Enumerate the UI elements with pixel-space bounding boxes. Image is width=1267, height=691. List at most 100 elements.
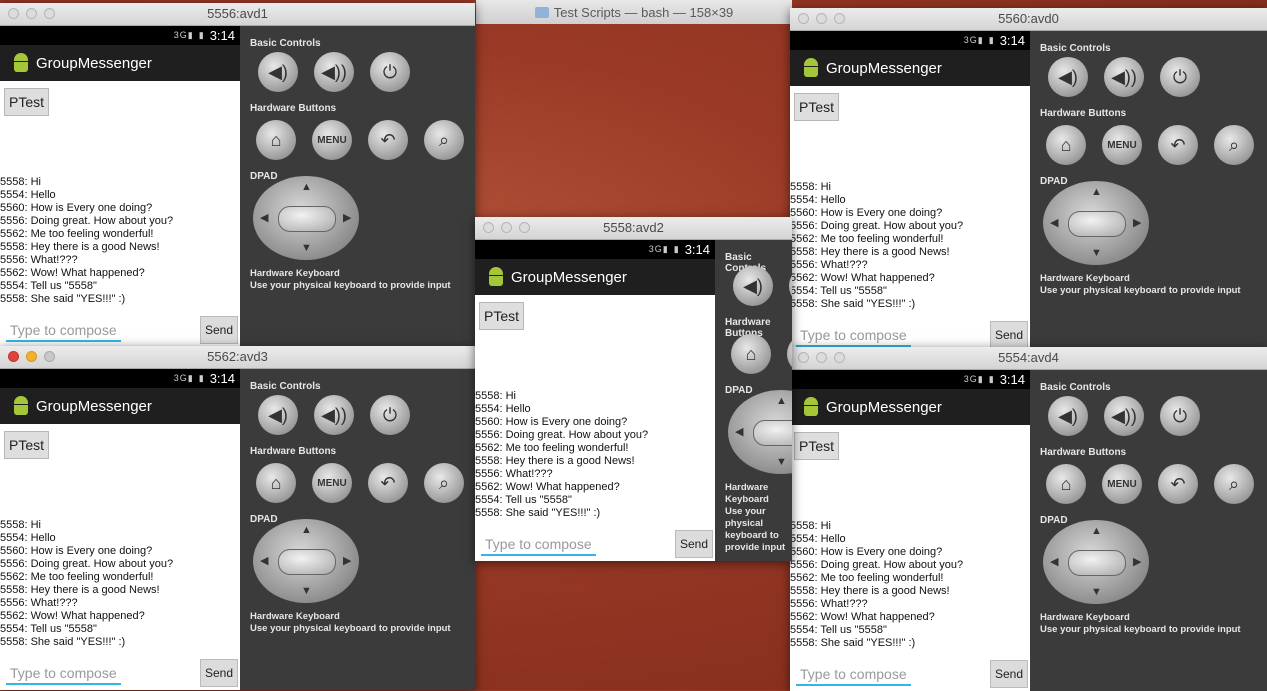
volume-up-button[interactable]: ◀))	[314, 395, 354, 435]
dpad-up-icon[interactable]: ▲	[1091, 186, 1102, 198]
menu-button[interactable]: MENU	[1102, 464, 1142, 504]
dpad[interactable]: ▲ ▼ ◀ ▶	[1043, 520, 1149, 604]
dpad-left-icon[interactable]: ◀	[1050, 555, 1058, 568]
zoom-window-button[interactable]	[519, 222, 530, 233]
search-button[interactable]: ⌕	[424, 120, 464, 160]
volume-up-button[interactable]: ◀))	[1104, 57, 1144, 97]
search-button[interactable]: ⌕	[1214, 464, 1254, 504]
terminal-titlebar[interactable]: Test Scripts — bash — 158×39	[476, 0, 792, 24]
compose-input[interactable]	[796, 664, 911, 686]
compose-input[interactable]	[481, 534, 596, 556]
menu-button[interactable]: MENU	[787, 334, 792, 374]
dpad-down-icon[interactable]: ▼	[1091, 247, 1102, 259]
dpad-left-icon[interactable]: ◀	[260, 211, 268, 224]
volume-up-button[interactable]: ◀))	[314, 52, 354, 92]
search-button[interactable]: ⌕	[1214, 125, 1254, 165]
window-titlebar[interactable]: 5558:avd2	[475, 217, 792, 240]
window-titlebar[interactable]: 5562:avd3	[0, 346, 475, 369]
back-button[interactable]: ↶	[1158, 464, 1198, 504]
dpad-center-button[interactable]	[278, 206, 336, 232]
volume-down-button[interactable]: ◀)	[258, 52, 298, 92]
dpad-left-icon[interactable]: ◀	[735, 425, 743, 438]
send-button[interactable]: Send	[990, 660, 1028, 688]
close-window-button[interactable]	[8, 8, 19, 19]
close-window-button[interactable]	[483, 222, 494, 233]
minimize-window-button[interactable]	[26, 8, 37, 19]
home-button[interactable]: ⌂	[731, 334, 771, 374]
close-window-button[interactable]	[798, 352, 809, 363]
dpad-right-icon[interactable]: ▶	[343, 211, 351, 224]
dpad-right-icon[interactable]: ▶	[1133, 216, 1141, 229]
home-button[interactable]: ⌂	[256, 463, 296, 503]
minimize-window-button[interactable]	[816, 13, 827, 24]
home-button[interactable]: ⌂	[1046, 464, 1086, 504]
send-button[interactable]: Send	[990, 321, 1028, 349]
volume-down-button[interactable]: ◀)	[1048, 396, 1088, 436]
dpad[interactable]: ▲ ▼ ◀ ▶	[1043, 181, 1149, 265]
send-button[interactable]: Send	[200, 659, 238, 687]
menu-button[interactable]: MENU	[312, 120, 352, 160]
emulator-window[interactable]: 5558:avd2 3G▮ ▮ 3:14 GroupMessenger PTes…	[475, 217, 792, 561]
window-titlebar[interactable]: 5560:avd0	[790, 8, 1267, 31]
emulator-window[interactable]: 5560:avd0 3G▮ ▮ 3:14 GroupMessenger PTes…	[790, 8, 1267, 352]
emulator-window[interactable]: 5554:avd4 3G▮ ▮ 3:14 GroupMessenger PTes…	[790, 347, 1267, 691]
home-button[interactable]: ⌂	[1046, 125, 1086, 165]
dpad-down-icon[interactable]: ▼	[301, 242, 312, 254]
dpad-down-icon[interactable]: ▼	[1091, 586, 1102, 598]
zoom-window-button[interactable]	[44, 351, 55, 362]
window-titlebar[interactable]: 5556:avd1	[0, 3, 475, 26]
dpad[interactable]: ▲ ▼ ◀ ▶	[253, 176, 359, 260]
dpad-left-icon[interactable]: ◀	[1050, 216, 1058, 229]
minimize-window-button[interactable]	[816, 352, 827, 363]
dpad-up-icon[interactable]: ▲	[1091, 525, 1102, 537]
minimize-window-button[interactable]	[501, 222, 512, 233]
compose-input[interactable]	[6, 320, 121, 342]
power-button[interactable]: ⏻	[1160, 396, 1200, 436]
menu-button[interactable]: MENU	[1102, 125, 1142, 165]
window-titlebar[interactable]: 5554:avd4	[790, 347, 1267, 370]
search-button[interactable]: ⌕	[424, 463, 464, 503]
volume-down-button[interactable]: ◀)	[733, 266, 773, 306]
dpad-down-icon[interactable]: ▼	[776, 456, 787, 468]
power-button[interactable]: ⏻	[370, 52, 410, 92]
home-button[interactable]: ⌂	[256, 120, 296, 160]
close-window-button[interactable]	[798, 13, 809, 24]
zoom-window-button[interactable]	[834, 13, 845, 24]
volume-down-button[interactable]: ◀)	[1048, 57, 1088, 97]
dpad-center-button[interactable]	[1068, 550, 1126, 576]
send-button[interactable]: Send	[200, 316, 238, 344]
back-button[interactable]: ↶	[368, 463, 408, 503]
volume-up-button[interactable]: ◀))	[1104, 396, 1144, 436]
dpad-center-button[interactable]	[278, 549, 336, 575]
minimize-window-button[interactable]	[26, 351, 37, 362]
dpad-center-button[interactable]	[753, 420, 792, 446]
dpad-down-icon[interactable]: ▼	[301, 585, 312, 597]
dpad-up-icon[interactable]: ▲	[776, 395, 787, 407]
power-button[interactable]: ⏻	[370, 395, 410, 435]
ptest-button[interactable]: PTest	[794, 432, 839, 460]
zoom-window-button[interactable]	[834, 352, 845, 363]
back-button[interactable]: ↶	[1158, 125, 1198, 165]
emulator-window[interactable]: 5556:avd1 3G▮ ▮ 3:14 GroupMessenger PTes…	[0, 3, 475, 347]
menu-button[interactable]: MENU	[312, 463, 352, 503]
dpad[interactable]: ▲ ▼ ◀ ▶	[253, 519, 359, 603]
dpad-right-icon[interactable]: ▶	[343, 554, 351, 567]
back-button[interactable]: ↶	[368, 120, 408, 160]
close-window-button[interactable]	[8, 351, 19, 362]
compose-input[interactable]	[6, 663, 121, 685]
power-button[interactable]: ⏻	[1160, 57, 1200, 97]
ptest-button[interactable]: PTest	[4, 431, 49, 459]
dpad-center-button[interactable]	[1068, 211, 1126, 237]
dpad-up-icon[interactable]: ▲	[301, 181, 312, 193]
ptest-button[interactable]: PTest	[794, 93, 839, 121]
dpad[interactable]: ▲ ▼ ◀ ▶	[728, 390, 792, 474]
zoom-window-button[interactable]	[44, 8, 55, 19]
send-button[interactable]: Send	[675, 530, 713, 558]
dpad-up-icon[interactable]: ▲	[301, 524, 312, 536]
dpad-right-icon[interactable]: ▶	[1133, 555, 1141, 568]
volume-down-button[interactable]: ◀)	[258, 395, 298, 435]
ptest-button[interactable]: PTest	[479, 302, 524, 330]
dpad-left-icon[interactable]: ◀	[260, 554, 268, 567]
ptest-button[interactable]: PTest	[4, 88, 49, 116]
compose-input[interactable]	[796, 325, 911, 347]
